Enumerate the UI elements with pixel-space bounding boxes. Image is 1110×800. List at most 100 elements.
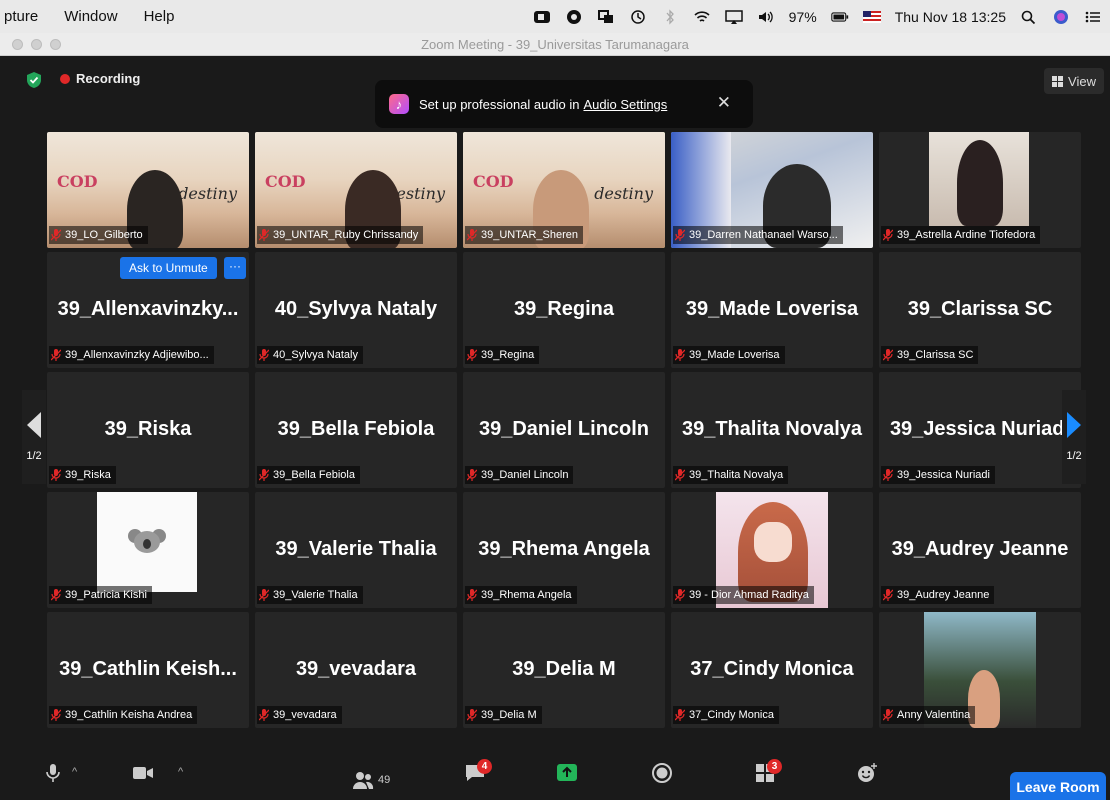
participant-name-label: 39_Delia M — [465, 706, 542, 724]
muted-microphone-icon — [259, 469, 269, 481]
menu-capture[interactable]: pture — [4, 8, 38, 25]
audio-settings-link[interactable]: Audio Settings — [583, 97, 667, 112]
wifi-icon[interactable] — [693, 9, 711, 25]
participant-name: 39_Cathlin Keisha Andrea — [65, 709, 193, 721]
participant-tile[interactable]: 39_Bella Febiola 39_Bella Febiola — [255, 372, 457, 488]
participant-tile[interactable]: 39 - Dior Ahmad Raditya — [671, 492, 873, 608]
more-options-button[interactable]: ··· — [224, 257, 246, 279]
share-screen-button[interactable] — [556, 762, 578, 798]
participant-tile[interactable]: COD destiny 39_LO_Gilberto — [47, 132, 249, 248]
breakout-rooms-button[interactable]: 3 — [754, 759, 782, 798]
muted-microphone-icon — [675, 229, 685, 241]
participant-tile[interactable]: Anny Valentina — [879, 612, 1081, 728]
muted-microphone-icon — [467, 709, 477, 721]
participant-tile[interactable]: COD destiny 39_UNTAR_Sheren — [463, 132, 665, 248]
previous-page-button[interactable]: 1/2 — [22, 390, 46, 484]
participant-name-label: 39_UNTAR_Ruby Chrissandy — [257, 226, 424, 244]
zoom-menubar-icon[interactable] — [533, 9, 551, 25]
participant-tile[interactable]: 39_Riska 39_Riska — [47, 372, 249, 488]
participant-tile[interactable]: 37_Cindy Monica 37_Cindy Monica — [671, 612, 873, 728]
participant-name-display: 39_vevadara — [295, 658, 417, 680]
video-options-chevron-icon[interactable]: ^ — [178, 766, 183, 778]
participant-tile[interactable]: 40_Sylvya Nataly 40_Sylvya Nataly — [255, 252, 457, 368]
recording-indicator[interactable]: Recording — [60, 71, 140, 86]
battery-icon[interactable] — [830, 9, 849, 25]
muted-microphone-icon — [467, 589, 477, 601]
participant-name-label: 39_Riska — [49, 466, 116, 484]
participant-name-display: 39_Clarissa SC — [907, 298, 1053, 320]
participant-tile[interactable]: 39_Astrella Ardine Tiofedora — [879, 132, 1081, 248]
participant-tile[interactable]: 39_Daniel Lincoln 39_Daniel Lincoln — [463, 372, 665, 488]
cc-icon[interactable] — [565, 9, 583, 25]
leave-room-button[interactable]: Leave Room — [1010, 772, 1106, 800]
participant-name-label: 37_Cindy Monica — [673, 706, 779, 724]
participant-tile[interactable]: 39_Thalita Novalya 39_Thalita Novalya — [671, 372, 873, 488]
participant-name-label: 39_Regina — [465, 346, 540, 364]
participant-tile[interactable]: 39_Clarissa SC 39_Clarissa SC — [879, 252, 1081, 368]
participant-name-label: 39_vevadara — [257, 706, 342, 724]
participant-name: 39_Rhema Angela — [481, 589, 572, 601]
view-label: View — [1068, 73, 1096, 89]
participants-icon — [353, 772, 374, 789]
muted-microphone-icon — [259, 709, 269, 721]
participant-tile[interactable]: 39_Audrey Jeanne 39_Audrey Jeanne — [879, 492, 1081, 608]
participant-tile[interactable]: 39_Rhema Angela 39_Rhema Angela — [463, 492, 665, 608]
participant-name: 39_Audrey Jeanne — [897, 589, 990, 601]
grid-view-icon — [1052, 75, 1064, 87]
participant-tile[interactable]: 39_Delia M 39_Delia M — [463, 612, 665, 728]
time-machine-icon[interactable] — [629, 9, 647, 25]
audio-options-chevron-icon[interactable]: ^ — [72, 766, 77, 778]
participant-tile[interactable]: 39_Jessica Nuriadi 39_Jessica Nuriadi — [879, 372, 1081, 488]
input-source-flag-icon[interactable] — [862, 10, 881, 23]
next-page-button[interactable]: 1/2 — [1062, 390, 1086, 484]
participant-tile[interactable]: 39_Cathlin Keish... 39_Cathlin Keisha And… — [47, 612, 249, 728]
arrow-right-icon — [1067, 412, 1081, 438]
security-shield-icon[interactable] — [26, 71, 42, 89]
ask-to-unmute-button[interactable]: Ask to Unmute — [120, 257, 217, 279]
participant-name-label: 39_Made Loverisa — [673, 346, 785, 364]
record-button[interactable] — [651, 762, 673, 798]
screen-icon[interactable] — [597, 9, 615, 25]
mute-button[interactable]: ^ — [42, 762, 77, 798]
participant-name-display: 39_Delia M — [512, 658, 616, 680]
menubar-clock[interactable]: Thu Nov 18 13:25 — [895, 9, 1006, 25]
participant-tile[interactable]: 39_Regina 39_Regina — [463, 252, 665, 368]
muted-microphone-icon — [259, 349, 269, 361]
participant-name: 39_Delia M — [481, 709, 537, 721]
reactions-button[interactable] — [856, 762, 878, 798]
mac-menubar: pture Window Help 97% Thu Nov 18 13:25 — [0, 0, 1110, 33]
participant-tile[interactable]: 39_vevadara 39_vevadara — [255, 612, 457, 728]
spotlight-search-icon[interactable] — [1020, 9, 1038, 25]
siri-icon[interactable] — [1052, 9, 1070, 25]
menu-window[interactable]: Window — [64, 8, 117, 25]
participant-tile[interactable]: 39_Valerie Thalia 39_Valerie Thalia — [255, 492, 457, 608]
participant-tile[interactable]: 39_Made Loverisa 39_Made Loverisa — [671, 252, 873, 368]
notification-center-icon[interactable] — [1084, 9, 1102, 25]
banner-text: Set up professional audio in — [419, 96, 580, 112]
menu-help[interactable]: Help — [144, 8, 175, 25]
participant-name-label: 39_Clarissa SC — [881, 346, 979, 364]
participant-tile[interactable]: 39_Patricia Kishi — [47, 492, 249, 608]
close-banner-icon[interactable]: ✕ — [717, 93, 731, 113]
view-button[interactable]: View — [1044, 68, 1104, 94]
stop-video-button[interactable]: ^ — [132, 762, 183, 798]
battery-percent: 97% — [788, 8, 817, 25]
participant-tile[interactable]: 39_Darren Nathanael Warso... — [671, 132, 873, 248]
participant-name: 39_Darren Nathanael Warso... — [689, 229, 838, 241]
participant-name-label: 40_Sylvya Nataly — [257, 346, 363, 364]
participant-tile[interactable]: COD destiny 39_UNTAR_Ruby Chrissandy — [255, 132, 457, 248]
muted-microphone-icon — [883, 469, 893, 481]
video-gallery: COD destiny 39_LO_Gilberto COD destiny 39_UNT… — [47, 132, 1083, 748]
participant-name-label: 39_Daniel Lincoln — [465, 466, 574, 484]
participant-name-label: 39_UNTAR_Sheren — [465, 226, 584, 244]
participants-button[interactable]: 49 — [352, 762, 390, 798]
participant-name-label: 39_Cathlin Keisha Andrea — [49, 706, 198, 724]
bluetooth-icon[interactable] — [661, 8, 679, 25]
window-titlebar: Zoom Meeting - 39_Universitas Tarumanaga… — [0, 33, 1110, 56]
participant-name: 39_vevadara — [273, 709, 337, 721]
volume-icon[interactable] — [757, 9, 775, 25]
participant-name-label: 39_Jessica Nuriadi — [881, 466, 995, 484]
emoji-reaction-icon — [858, 763, 877, 782]
chat-button[interactable]: 4 — [464, 759, 492, 798]
airplay-icon[interactable] — [724, 9, 743, 25]
